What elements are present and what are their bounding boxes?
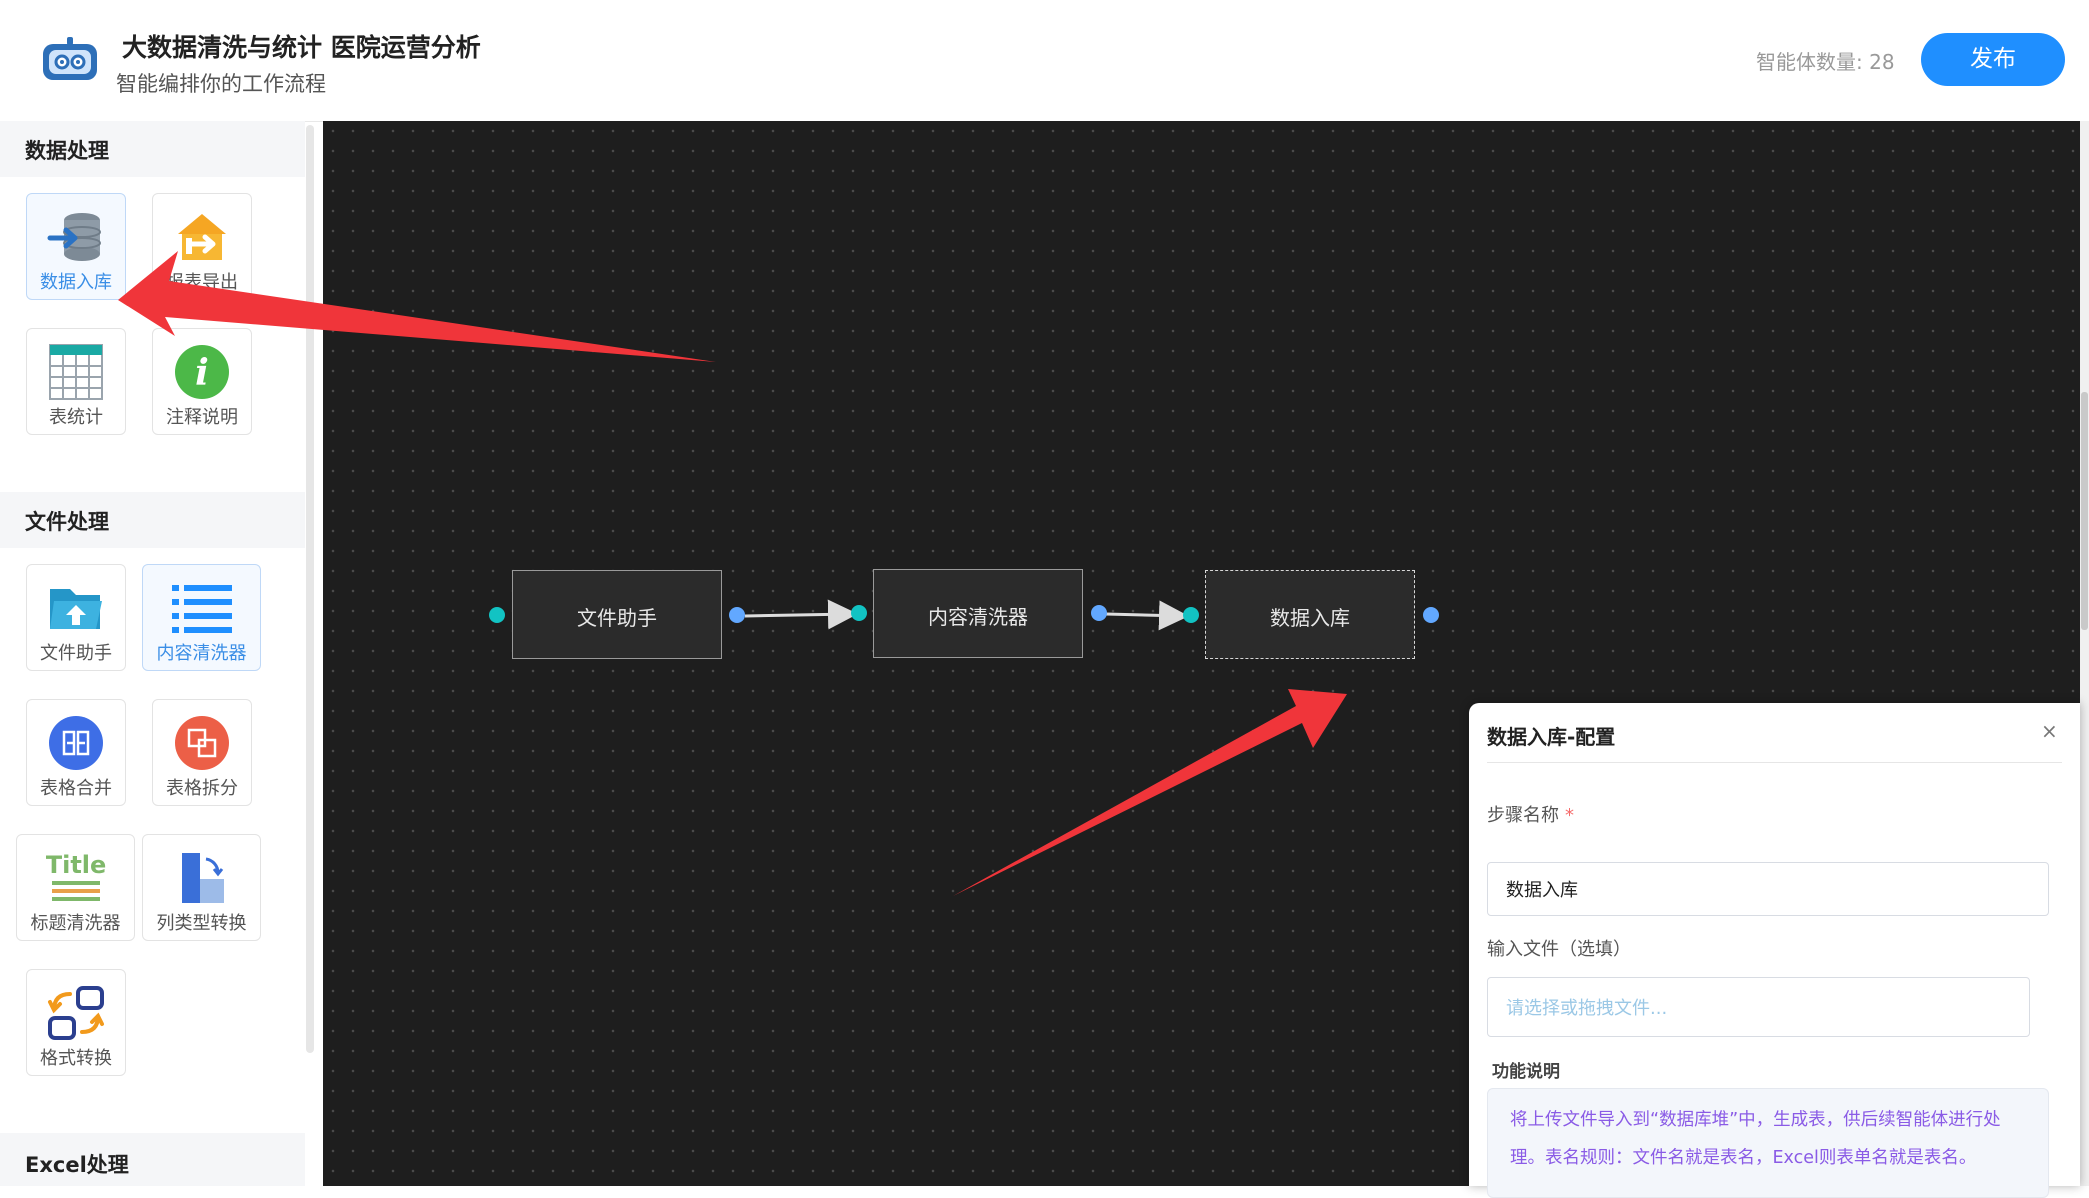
node-input-port[interactable] [1183, 607, 1199, 623]
list-lines-icon [171, 585, 232, 633]
tool-annotation[interactable]: i 注释说明 [152, 328, 252, 435]
table-merge-icon [49, 716, 103, 770]
tool-label: 内容清洗器 [156, 643, 247, 664]
table-split-icon [175, 716, 229, 770]
config-panel: 数据入库-配置 × 步骤名称 * 数据入库 输入文件（选填） 请选择或拖拽文件..… [1469, 703, 2080, 1198]
step-name-label: 步骤名称 * [1487, 805, 1574, 826]
input-file-picker[interactable]: 请选择或拖拽文件... [1487, 977, 2030, 1037]
node-label: 文件助手 [577, 606, 657, 630]
category-header-data-processing[interactable]: 数据处理 [0, 121, 305, 177]
tool-label: 文件助手 [40, 643, 112, 664]
tool-file-assistant[interactable]: 文件助手 [26, 564, 126, 671]
category-header-excel-processing[interactable]: Excel处理 [0, 1133, 305, 1186]
tool-label: 表格合并 [40, 778, 112, 799]
app-title: 大数据清洗与统计 医院运营分析 [122, 33, 481, 62]
node-label: 内容清洗器 [928, 605, 1028, 629]
category-title: 数据处理 [25, 139, 109, 163]
step-name-input[interactable]: 数据入库 [1487, 862, 2049, 916]
publish-button[interactable]: 发布 [1921, 33, 2065, 86]
node-output-port[interactable] [729, 607, 745, 623]
category-title: 文件处理 [25, 510, 109, 534]
database-import-icon [47, 213, 101, 261]
node-content-cleaner[interactable]: 内容清洗器 [873, 569, 1083, 658]
tool-column-convert[interactable]: 列类型转换 [142, 834, 261, 941]
tool-content-cleaner[interactable]: 内容清洗器 [142, 564, 261, 671]
title-clean-icon: Title [46, 851, 106, 901]
format-convert-icon [48, 986, 104, 1040]
app-subtitle: 智能编排你的工作流程 [116, 72, 326, 96]
node-output-port[interactable] [1091, 605, 1107, 621]
close-icon[interactable]: × [2041, 719, 2058, 743]
description-box: 将上传文件导入到“数据库堆”中，生成表，供后续智能体进行处理。表名规则：文件名就… [1487, 1088, 2049, 1198]
table-stats-icon [49, 344, 103, 400]
required-mark: * [1565, 805, 1574, 826]
tool-label: 列类型转换 [156, 913, 247, 934]
agent-count: 智能体数量: 28 [1756, 50, 1895, 74]
sidebar-scrollbar[interactable] [306, 125, 314, 1053]
node-data-import[interactable]: 数据入库 [1205, 570, 1415, 659]
category-title: Excel处理 [25, 1153, 129, 1177]
tool-table-merge[interactable]: 表格合并 [26, 699, 126, 806]
panel-divider [1487, 762, 2062, 763]
app-header: 大数据清洗与统计 医院运营分析 智能编排你的工作流程 智能体数量: 28 发布 [0, 0, 2089, 122]
tool-label: 表统计 [49, 407, 103, 428]
tool-label: 表格拆分 [166, 778, 238, 799]
tool-label: 格式转换 [40, 1048, 112, 1069]
tool-title-cleaner[interactable]: Title 标题清洗器 [16, 834, 135, 941]
canvas-scrollbar-track[interactable] [2080, 121, 2089, 1186]
node-file-assistant[interactable]: 文件助手 [512, 570, 722, 659]
panel-title: 数据入库-配置 [1487, 725, 1616, 749]
tool-label: 注释说明 [166, 407, 238, 428]
tool-format-convert[interactable]: 格式转换 [26, 969, 126, 1076]
info-icon: i [175, 345, 229, 399]
tool-sidebar: 数据处理 数据入库 报表导出 表统计 i 注释说明 文件处理 文件助手 内容清洗… [0, 121, 305, 1186]
robot-logo-icon [43, 37, 97, 80]
svg-text:Title: Title [46, 851, 106, 879]
description-text: 将上传文件导入到“数据库堆”中，生成表，供后续智能体进行处理。表名规则：文件名就… [1510, 1110, 2001, 1168]
svg-text:i: i [195, 352, 209, 394]
tool-data-import[interactable]: 数据入库 [26, 193, 126, 300]
tool-table-split[interactable]: 表格拆分 [152, 699, 252, 806]
input-file-label: 输入文件（选填） [1487, 939, 1631, 960]
node-output-port[interactable] [1423, 607, 1439, 623]
node-input-port[interactable] [489, 607, 505, 623]
node-input-port[interactable] [851, 605, 867, 621]
report-export-icon [178, 214, 226, 260]
folder-upload-icon [50, 589, 102, 629]
column-convert-icon [181, 853, 224, 903]
tool-label: 报表导出 [166, 272, 238, 293]
node-label: 数据入库 [1270, 606, 1350, 630]
tool-label: 数据入库 [40, 272, 112, 293]
tool-label: 标题清洗器 [30, 913, 121, 934]
description-label: 功能说明 [1492, 1062, 1560, 1082]
tool-report-export[interactable]: 报表导出 [152, 193, 252, 300]
canvas-scrollbar-thumb[interactable] [2081, 392, 2088, 630]
tool-table-stats[interactable]: 表统计 [26, 328, 126, 435]
category-header-file-processing[interactable]: 文件处理 [0, 492, 305, 548]
